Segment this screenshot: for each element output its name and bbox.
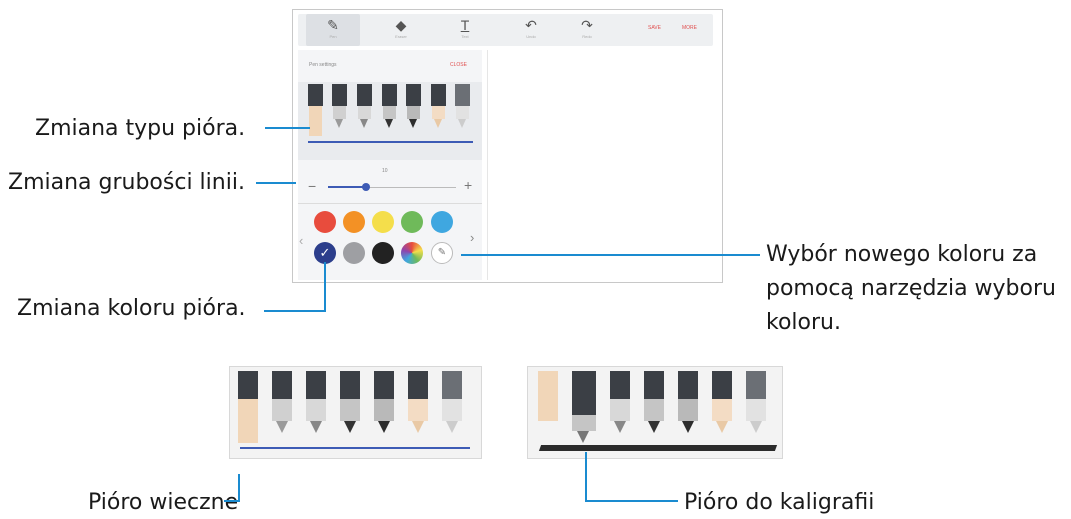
color-wheel-button[interactable]: [401, 242, 423, 264]
drawing-toolbar: ✎ Pen ◆ Eraser T Text ↶ Undo ↷ Redo SAVE…: [298, 14, 713, 46]
eyedropper-icon: ✎: [437, 247, 447, 258]
color-swatch-blue[interactable]: [431, 211, 453, 233]
pen-settings-title: Pen settings: [309, 62, 337, 68]
thickness-increase-button[interactable]: +: [464, 177, 472, 193]
pen-settings-panel: Pen settings CLOSE 10 − + ‹ › ✓ ✎: [298, 50, 482, 280]
redo-label: Redo: [582, 34, 592, 39]
callout-fountain-pen: Pióro wieczne: [88, 490, 239, 515]
calligraphy-pen-set: [527, 366, 783, 459]
text-tool-button[interactable]: T Text: [438, 14, 492, 46]
text-tool-label: Text: [461, 34, 469, 39]
thickness-slider-handle[interactable]: [362, 183, 370, 191]
color-swatch-gray[interactable]: [343, 242, 365, 264]
color-swatch-yellow[interactable]: [372, 211, 394, 233]
big-pen-fountain: [238, 371, 258, 443]
color-swatch-red[interactable]: [314, 211, 336, 233]
pen-settings-screenshot: ✎ Pen ◆ Eraser T Text ↶ Undo ↷ Redo SAVE…: [292, 9, 723, 283]
pen-preview-stroke: [308, 141, 473, 143]
callout-line-thickness: Zmiana grubości linii.: [8, 170, 245, 195]
callout-calligraphy-pen: Pióro do kaligrafii: [684, 490, 875, 515]
eraser-icon: ◆: [395, 17, 407, 33]
color-swatch-navy-selected[interactable]: ✓: [314, 242, 336, 264]
callout-new-color-2: pomocą narzędzia wyboru: [766, 276, 1056, 301]
thickness-value: 10: [382, 168, 388, 174]
undo-icon: ↶: [525, 17, 537, 33]
more-button[interactable]: MORE: [682, 25, 697, 31]
color-prev-arrow[interactable]: ‹: [299, 233, 303, 248]
close-button[interactable]: CLOSE: [450, 62, 467, 68]
pen-tool-label: Pen: [329, 34, 337, 39]
thickness-decrease-button[interactable]: −: [308, 178, 316, 194]
text-icon: T: [460, 17, 470, 33]
pen-tool-button[interactable]: ✎ Pen: [306, 14, 360, 46]
save-button[interactable]: SAVE: [648, 25, 661, 31]
callout-pen-color: Zmiana koloru pióra.: [17, 296, 246, 321]
color-swatch-black[interactable]: [372, 242, 394, 264]
color-next-arrow[interactable]: ›: [470, 230, 474, 245]
redo-icon: ↷: [581, 17, 593, 33]
callout-new-color-3: koloru.: [766, 310, 841, 335]
undo-label: Undo: [526, 34, 536, 39]
undo-button[interactable]: ↶ Undo: [504, 14, 558, 46]
redo-button[interactable]: ↷ Redo: [560, 14, 614, 46]
fountain-pen-set: [229, 366, 482, 459]
callout-new-color-1: Wybór nowego koloru za: [766, 242, 1038, 267]
color-swatch-green[interactable]: [401, 211, 423, 233]
pen-icon: ✎: [327, 17, 339, 33]
eraser-tool-button[interactable]: ◆ Eraser: [374, 14, 428, 46]
color-swatch-orange[interactable]: [343, 211, 365, 233]
color-picker-button[interactable]: ✎: [431, 242, 453, 264]
thickness-slider-fill: [328, 186, 366, 188]
eraser-tool-label: Eraser: [395, 34, 407, 39]
callout-pen-type: Zmiana typu pióra.: [35, 116, 246, 141]
check-icon: ✓: [319, 245, 331, 260]
